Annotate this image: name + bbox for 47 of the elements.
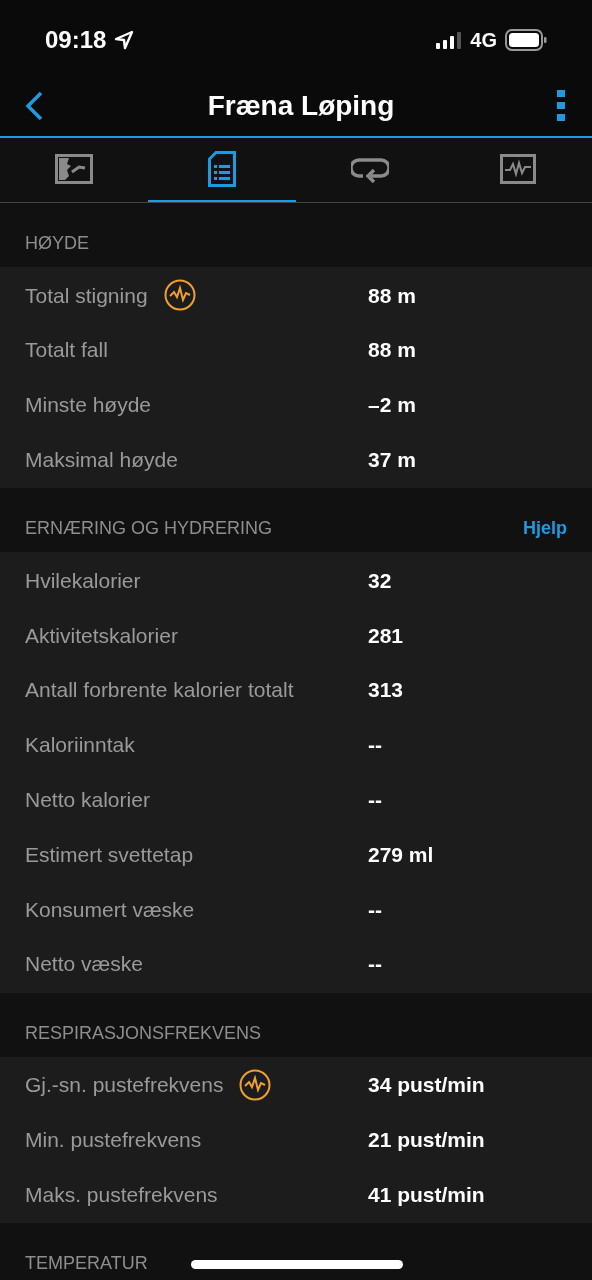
row-label: Netto væske	[25, 951, 143, 978]
section-header: TEMPERATUR	[25, 1251, 148, 1275]
network-label: 4G	[470, 27, 497, 53]
row-label: Maksimal høyde	[25, 447, 178, 474]
row-value: 41 pust/min	[368, 1181, 485, 1208]
row-label: Hvilekalorier	[25, 567, 141, 594]
row-value: --	[368, 951, 382, 978]
row-value: 313	[368, 677, 404, 704]
section-header: RESPIRASJONSFREKVENS	[25, 1021, 262, 1045]
row-label: Total stigning	[25, 282, 148, 309]
row-label: Minste høyde	[25, 392, 152, 419]
row-label: Aktivitetskalorier	[25, 622, 178, 649]
line-chart-icon	[500, 154, 536, 184]
row-label: Gj.-sn. pustefrekvens	[25, 1072, 224, 1099]
row-value: --	[368, 732, 382, 759]
row-value: 88 m	[368, 337, 416, 364]
row-label: Maks. pustefrekvens	[25, 1181, 218, 1208]
battery-icon	[505, 28, 547, 51]
row-label: Antall forbrente kalorier totalt	[25, 677, 294, 704]
row-value: 37 m	[368, 447, 416, 474]
graph-icon[interactable]	[239, 1068, 272, 1101]
graph-icon[interactable]	[163, 279, 196, 312]
row-value: 281	[368, 622, 404, 649]
row-value: 32	[368, 567, 392, 594]
row-label: Konsumert væske	[25, 896, 195, 923]
signal-icon	[436, 30, 463, 49]
row-value: --	[368, 896, 382, 923]
screen-title: Fræna Løping	[207, 88, 395, 123]
section-header: ERNÆRING OG HYDRERING	[25, 517, 273, 541]
row-value: 88 m	[368, 282, 416, 309]
row-label: Kaloriinntak	[25, 732, 135, 759]
clock-time: 09:18	[45, 24, 107, 55]
row-label: Totalt fall	[25, 337, 108, 364]
row-value: --	[368, 787, 382, 813]
map-icon	[55, 154, 93, 184]
row-label: Min. pustefrekvens	[25, 1127, 202, 1153]
row-value: 279 ml	[368, 841, 434, 868]
row-label: Estimert svettetap	[25, 841, 194, 868]
help-link[interactable]: Hjelp	[523, 515, 567, 543]
row-label: Netto kalorier	[25, 787, 150, 813]
section-header: HØYDE	[25, 232, 89, 255]
row-value: 34 pust/min	[368, 1072, 485, 1099]
row-value: –2 m	[368, 392, 416, 419]
document-list-icon	[208, 151, 236, 187]
location-arrow-icon	[114, 29, 135, 50]
row-value: 21 pust/min	[368, 1127, 485, 1153]
more-button[interactable]	[554, 88, 568, 123]
